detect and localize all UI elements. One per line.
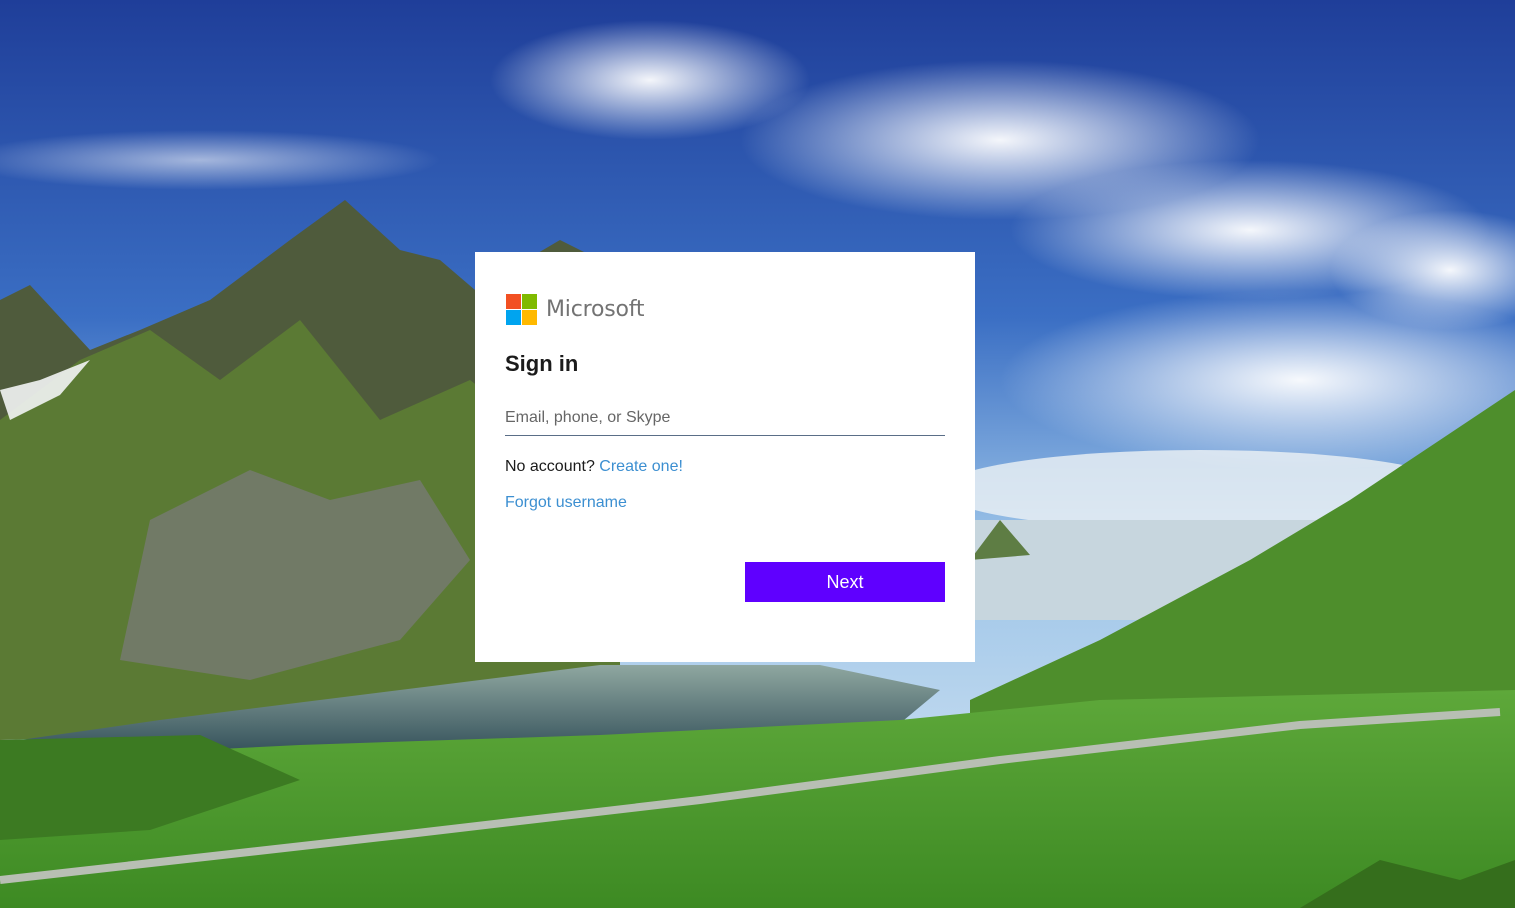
no-account-row: No account? Create one! (505, 458, 683, 476)
logo-square-blue (506, 310, 521, 325)
next-button[interactable]: Next (745, 562, 945, 602)
microsoft-logo: Microsoft (506, 294, 645, 325)
logo-square-green (522, 294, 537, 309)
logo-square-yellow (522, 310, 537, 325)
create-account-link[interactable]: Create one! (599, 458, 683, 475)
no-account-label: No account? (505, 458, 595, 475)
page-title: Sign in (505, 351, 579, 376)
forgot-row: Forgot username (505, 494, 627, 512)
brand-name: Microsoft (546, 297, 645, 322)
signin-card: Microsoft Sign in No account? Create one… (475, 252, 975, 662)
forgot-username-link[interactable]: Forgot username (505, 494, 627, 511)
logo-square-red (506, 294, 521, 309)
microsoft-windows-logo-icon (506, 294, 537, 325)
email-field[interactable] (505, 400, 945, 436)
